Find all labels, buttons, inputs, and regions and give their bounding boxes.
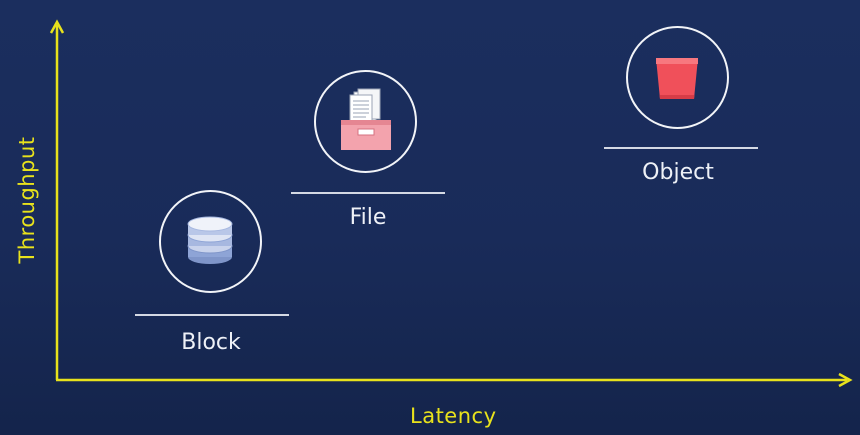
storage-comparison-diagram: Throughput Latency Block File Object <box>0 0 860 435</box>
bucket-icon <box>656 58 698 99</box>
file-underline <box>291 192 445 194</box>
block-label: Block <box>181 330 241 355</box>
database-icon <box>187 216 233 264</box>
file-label: File <box>349 205 387 230</box>
file-box-icon <box>341 88 391 150</box>
y-axis-label: Throughput <box>15 136 39 264</box>
y-axis <box>49 19 65 380</box>
object-label: Object <box>642 160 714 185</box>
x-axis-label: Latency <box>410 404 497 428</box>
object-underline <box>604 147 758 149</box>
x-axis <box>56 372 853 388</box>
block-underline <box>135 314 289 316</box>
